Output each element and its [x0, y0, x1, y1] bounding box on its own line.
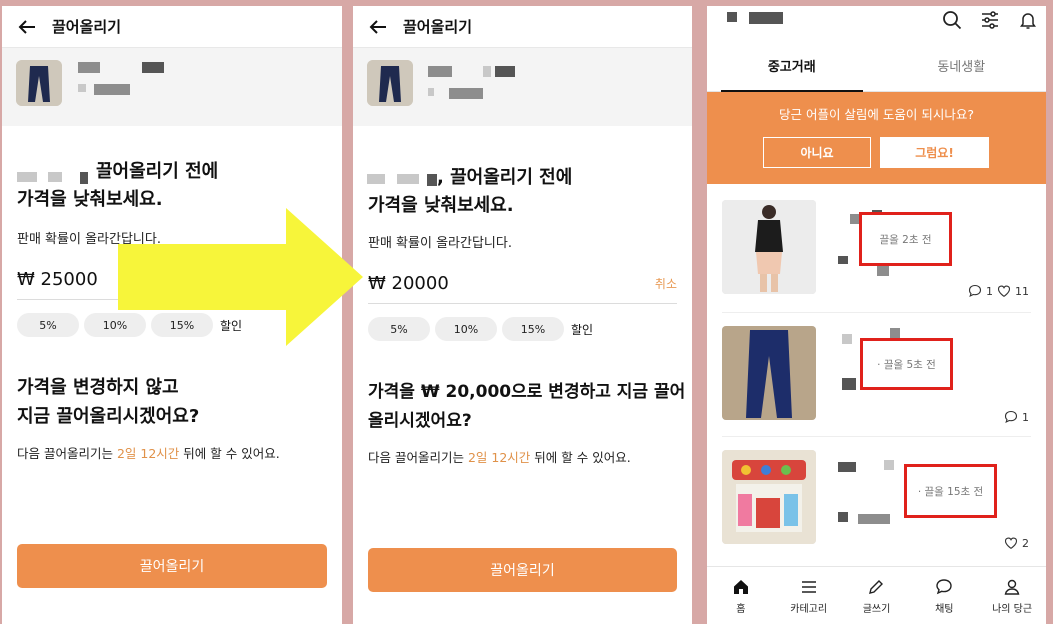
item-stats: 1: [1004, 410, 1029, 424]
tab-secondhand[interactable]: 중고거래: [707, 40, 877, 92]
comment-icon: [968, 284, 982, 298]
heart-icon: [997, 285, 1011, 297]
back-arrow-icon[interactable]: [367, 16, 389, 38]
bump-button[interactable]: 끌어올리기: [17, 544, 327, 588]
item-stats: 2: [1004, 536, 1029, 550]
nav-label: 채팅: [935, 603, 954, 615]
top-bar: 끌어올리기: [353, 6, 692, 48]
discount-chip-10[interactable]: 10%: [435, 317, 497, 341]
discount-label: 할인: [571, 322, 594, 337]
divider: [722, 312, 1031, 313]
screen-feed: 중고거래 동네생활 당근 어플이 살림에 도움이 되시나요? 아니요 그럼요! …: [707, 6, 1046, 624]
list-item[interactable]: · 끌올 15초 전 2: [722, 450, 1031, 574]
bell-icon[interactable]: [1016, 6, 1040, 34]
banner-yes-button[interactable]: 그럼요!: [880, 137, 989, 168]
price-input[interactable]: ₩ 20000 취소: [368, 264, 677, 304]
survey-banner: 당근 어플이 살림에 도움이 되시나요? 아니요 그럼요!: [707, 92, 1046, 184]
banner-no-button[interactable]: 아니요: [763, 137, 871, 168]
bump-time-highlight: · 끌올 15초 전: [904, 464, 997, 518]
nav-label: 글쓰기: [862, 603, 891, 615]
page-title: 끌어올리기: [52, 18, 122, 36]
note-prefix: 다음 끌어올리기는: [17, 446, 117, 461]
nav-home[interactable]: 홈: [707, 567, 775, 624]
subtext: 판매 확률이 올라간답니다.: [368, 236, 512, 251]
item-image: [722, 326, 816, 420]
note-highlight: 2일 12시간: [467, 450, 531, 465]
bump-time-highlight: 끌올 2초 전: [859, 212, 952, 266]
question-line-2: 지금 끌어올리시겠어요?: [17, 406, 200, 427]
cancel-button[interactable]: 취소: [655, 275, 677, 292]
menu-icon: [801, 580, 816, 593]
nav-chat[interactable]: 채팅: [910, 567, 978, 624]
comment-icon: [1004, 410, 1018, 424]
price-value: ₩ 25000: [17, 269, 98, 290]
pencil-icon: [869, 579, 884, 594]
feed-tabs: 중고거래 동네생활: [707, 40, 1046, 92]
discount-chip-5[interactable]: 5%: [17, 313, 79, 337]
feed-header: [707, 6, 1046, 40]
nav-my[interactable]: 나의 당근: [978, 567, 1046, 624]
question-line-2: 올리시겠어요?: [368, 411, 472, 431]
item-image: [722, 450, 816, 544]
bump-button[interactable]: 끌어올리기: [368, 548, 677, 592]
heading-line-2: 가격을 낮춰보세요.: [368, 195, 514, 216]
nav-label: 홈: [736, 603, 746, 615]
tab-neighborhood[interactable]: 동네생활: [877, 40, 1047, 91]
item-image: [722, 200, 816, 294]
note-suffix: 뒤에 할 수 있어요.: [530, 450, 631, 465]
nav-label: 카테고리: [790, 603, 828, 615]
divider: [722, 436, 1031, 437]
heading-line-1: 끌어올리기 전에: [96, 161, 219, 182]
note-prefix: 다음 끌어올리기는: [368, 450, 468, 465]
person-icon: [1004, 579, 1020, 595]
next-bump-note: 다음 끌어올리기는 2일 12시간 뒤에 할 수 있어요.: [368, 447, 631, 466]
product-summary: [353, 48, 692, 126]
bottom-navigation: 홈 카테고리 글쓰기 채팅 나의 당근: [707, 566, 1046, 624]
home-icon: [733, 579, 748, 594]
top-bar: 끌어올리기: [2, 6, 342, 48]
price-value: ₩ 20000: [368, 273, 449, 294]
arrow-annotation-icon: [118, 208, 363, 346]
item-stats: 1 11: [968, 284, 1029, 298]
like-count: 11: [1015, 284, 1029, 298]
list-item[interactable]: 끌올 2초 전 1 11: [722, 200, 1031, 324]
page-title: 끌어올리기: [403, 18, 473, 36]
heading-line-1: , 끌어올리기 전에: [437, 167, 573, 188]
search-icon[interactable]: [940, 6, 964, 34]
comment-count: 1: [986, 284, 993, 298]
note-highlight: 2일 12시간: [116, 446, 180, 461]
discount-chip-5[interactable]: 5%: [368, 317, 430, 341]
heart-icon: [1004, 537, 1018, 549]
screen-after-price-change: 끌어올리기 , 끌어올리기 전에 가격을 낮춰보세요. 판매 확률이 올라간답니…: [353, 6, 692, 624]
comment-count: 1: [1022, 410, 1029, 424]
next-bump-note: 다음 끌어올리기는 2일 12시간 뒤에 할 수 있어요.: [17, 443, 280, 462]
question-line-1: 가격을 변경하지 않고: [17, 377, 179, 398]
list-item[interactable]: · 끌올 5초 전 1: [722, 326, 1031, 450]
question-line-1: 가격을 ₩ 20,000으로 변경하고 지금 끌어: [368, 382, 686, 402]
discount-chip-15[interactable]: 15%: [502, 317, 564, 341]
product-summary: [2, 48, 342, 126]
nav-write[interactable]: 글쓰기: [843, 567, 911, 624]
chat-icon: [936, 578, 952, 594]
note-suffix: 뒤에 할 수 있어요.: [179, 446, 280, 461]
banner-question: 당근 어플이 살림에 도움이 되시나요?: [778, 107, 975, 122]
filter-icon[interactable]: [978, 6, 1002, 34]
product-thumbnail: [16, 60, 62, 106]
like-count: 2: [1022, 536, 1029, 550]
nav-label: 나의 당근: [992, 603, 1033, 615]
nav-category[interactable]: 카테고리: [775, 567, 843, 624]
bump-time-highlight: · 끌올 5초 전: [860, 338, 953, 390]
product-thumbnail: [367, 60, 413, 106]
discount-chips: 5% 10% 15% 할인: [368, 317, 593, 341]
back-arrow-icon[interactable]: [16, 16, 38, 38]
